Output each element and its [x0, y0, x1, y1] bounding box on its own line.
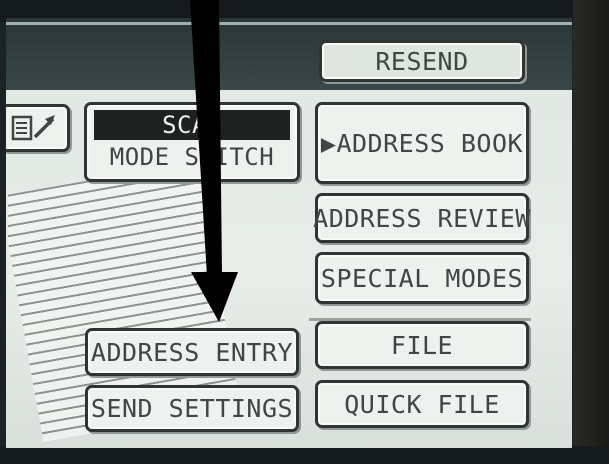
device-bezel-bottom	[0, 446, 609, 464]
scan-mode-switch-button[interactable]: SCAN MODE SWITCH	[84, 102, 300, 182]
device-bezel-right	[573, 0, 609, 464]
quick-file-button[interactable]: QUICK FILE	[315, 380, 529, 428]
document-arrow-icon	[11, 115, 55, 141]
send-settings-button[interactable]: SEND SETTINGS	[85, 385, 299, 432]
scan-label: SCAN	[94, 110, 290, 140]
address-book-button[interactable]: ▶ADDRESS BOOK	[315, 102, 529, 184]
file-button[interactable]: FILE	[315, 321, 529, 369]
preview-button[interactable]	[6, 104, 70, 152]
touch-screen: RESEND SCAN MODE SWITCH ▶ADDRESS BOOK AD…	[6, 18, 572, 448]
address-entry-button[interactable]: ADDRESS ENTRY	[85, 328, 299, 376]
resend-button[interactable]: RESEND	[319, 40, 525, 82]
mode-switch-label: MODE SWITCH	[109, 143, 275, 171]
status-bar-line	[6, 22, 572, 25]
address-review-button[interactable]: ADDRESS REVIEW	[313, 193, 530, 243]
special-modes-button[interactable]: SPECIAL MODES	[315, 252, 529, 304]
